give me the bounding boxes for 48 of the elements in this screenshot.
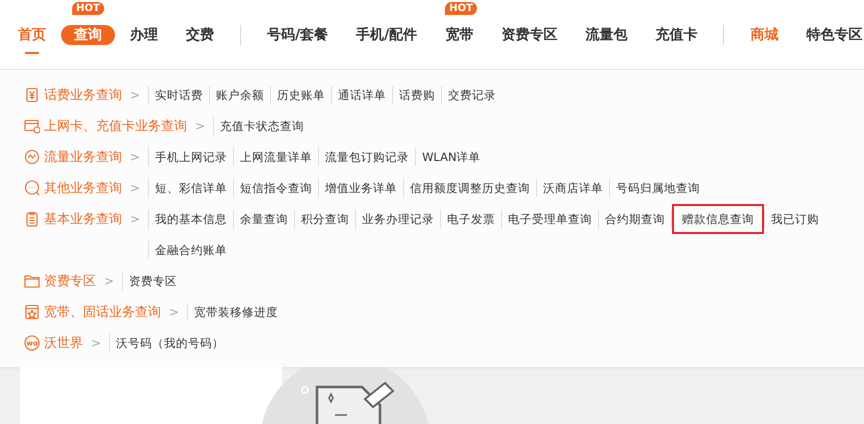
query-link[interactable]: 通话详单 <box>331 86 392 104</box>
query-link[interactable]: 金融合约账单 <box>148 241 234 259</box>
chevron-icon: > <box>130 88 140 102</box>
query-link[interactable]: 电子受理单查询 <box>501 210 598 228</box>
query-link[interactable]: 余量查询 <box>233 210 294 228</box>
query-link[interactable]: 电子发票 <box>440 210 502 228</box>
chevron-icon: > <box>130 181 140 195</box>
query-link[interactable]: 历史账单 <box>270 86 332 104</box>
query-link[interactable]: 我已订购 <box>764 210 826 228</box>
hot-badge: HOT <box>445 2 477 15</box>
query-link[interactable]: 积分查询 <box>294 210 356 228</box>
chevron-icon: > <box>195 119 206 133</box>
query-link[interactable]: 沃商店详单 <box>536 179 610 197</box>
nav-tab[interactable]: 资费专区 <box>501 25 558 45</box>
query-link[interactable]: 短信指令查询 <box>233 179 318 197</box>
nav-tab[interactable]: 流量包 <box>585 25 628 45</box>
query-link[interactable]: 业务办理记录 <box>355 210 440 228</box>
query-link[interactable]: 号码归属地查询 <box>609 179 706 197</box>
query-link[interactable]: 话费购 <box>392 86 442 104</box>
query-link[interactable]: 沃号码（我的号码） <box>109 334 230 352</box>
query-link[interactable]: 宽带装移修进度 <box>187 303 284 321</box>
query-link[interactable]: 实时话费 <box>148 86 210 104</box>
query-link[interactable]: 短、彩信详单 <box>148 179 234 197</box>
query-link[interactable]: 信用额度调整历史查询 <box>403 179 536 197</box>
query-link[interactable]: 上网流量详单 <box>233 148 318 166</box>
chevron-icon: > <box>130 212 140 226</box>
chevron-icon: > <box>169 305 180 319</box>
query-link[interactable]: 充值卡状态查询 <box>213 117 310 135</box>
query-link[interactable]: 流量包订购记录 <box>318 148 416 166</box>
nav-tab[interactable]: 手机/配件 <box>356 25 418 45</box>
query-link[interactable]: 交费记录 <box>441 86 502 104</box>
query-link[interactable]: 我的基本信息 <box>148 210 234 228</box>
nav-tab[interactable]: 交费 <box>186 25 214 45</box>
nav-tab[interactable]: 宽带 <box>445 25 474 45</box>
nav-tab[interactable]: 充值卡 <box>655 25 698 45</box>
chevron-icon: > <box>104 274 114 288</box>
nav-tab[interactable]: 特色专区 <box>806 25 862 45</box>
query-link[interactable]: 增值业务详单 <box>318 179 404 197</box>
chevron-icon: > <box>91 336 102 350</box>
query-link[interactable]: 资费专区 <box>122 272 184 290</box>
query-link[interactable]: WLAN详单 <box>415 148 487 166</box>
nav-tab[interactable]: 号码/套餐 <box>267 25 328 45</box>
query-link[interactable]: 账户余额 <box>209 86 270 104</box>
chevron-icon: > <box>130 150 140 164</box>
nav-tab[interactable]: 办理 <box>130 25 158 45</box>
query-link[interactable]: 赠款信息查询 <box>676 210 760 228</box>
query-link[interactable]: 手机上网记录 <box>148 148 234 166</box>
hot-badge: HOT <box>72 2 104 15</box>
